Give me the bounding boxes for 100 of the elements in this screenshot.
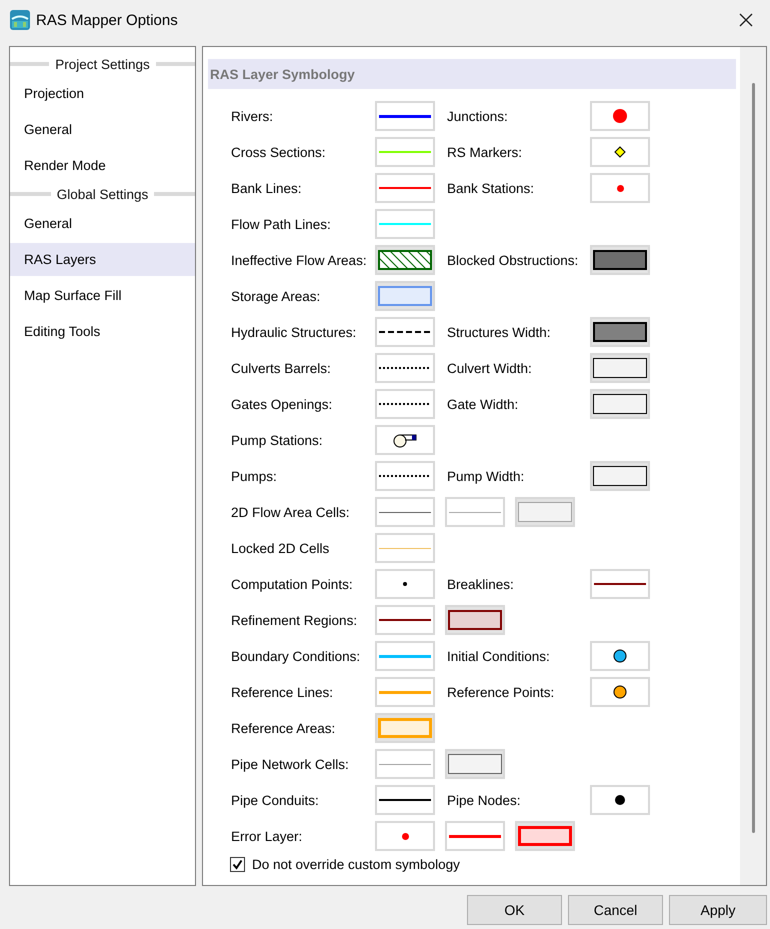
- symbol-swatch[interactable]: [590, 353, 650, 383]
- sidebar-item[interactable]: RAS Layers: [10, 243, 195, 276]
- layer-label: Structures Width:: [447, 324, 552, 340]
- sidebar-item[interactable]: Editing Tools: [10, 315, 195, 348]
- layer-label: Hydraulic Structures:: [231, 324, 358, 340]
- layer-label: Junctions:: [447, 108, 509, 124]
- check-icon: [232, 859, 243, 870]
- scrollbar[interactable]: [740, 47, 766, 885]
- symbol-swatch[interactable]: [375, 605, 435, 635]
- symbol-swatch[interactable]: [375, 821, 435, 851]
- symbol-swatch[interactable]: [375, 281, 435, 311]
- layer-label: Bank Lines:: [231, 180, 303, 196]
- layer-label: Bank Stations:: [447, 180, 536, 196]
- dot-icon: [616, 184, 624, 192]
- symbol-swatch[interactable]: [590, 641, 650, 671]
- layer-label: Refinement Regions:: [231, 612, 358, 628]
- dot-icon: [402, 832, 408, 840]
- app-icon: [10, 10, 30, 30]
- symbol-swatch[interactable]: [375, 533, 435, 563]
- symbol-swatch[interactable]: [445, 497, 505, 527]
- symbol-swatch[interactable]: [445, 749, 505, 779]
- sidebar-item[interactable]: General: [10, 113, 195, 146]
- layer-label: Ineffective Flow Areas:: [231, 252, 368, 268]
- section-header: RAS Layer Symbology: [208, 59, 736, 89]
- layer-label: Rivers:: [231, 108, 274, 124]
- dot-icon: [613, 109, 627, 123]
- symbol-swatch[interactable]: [375, 713, 435, 743]
- layer-label: Pumps:: [231, 468, 278, 484]
- dialog-button[interactable]: OK: [467, 895, 562, 925]
- layer-label: Pipe Network Cells:: [231, 756, 350, 772]
- window-title: RAS Mapper Options: [36, 12, 179, 28]
- symbol-swatch[interactable]: [375, 209, 435, 239]
- layer-label: Flow Path Lines:: [231, 216, 332, 232]
- symbol-swatch[interactable]: [375, 101, 435, 131]
- layer-label: Computation Points:: [231, 576, 354, 592]
- section-heading: Project Settings: [55, 56, 150, 72]
- symbol-swatch[interactable]: [590, 317, 650, 347]
- symbol-swatch[interactable]: [375, 137, 435, 167]
- layer-label: Locked 2D Cells: [231, 540, 330, 556]
- dot-icon: [615, 795, 625, 805]
- symbol-swatch[interactable]: [590, 173, 650, 203]
- layer-label: Reference Points:: [447, 684, 556, 700]
- layer-label: Blocked Obstructions:: [447, 252, 580, 268]
- sidebar-item[interactable]: Projection: [10, 77, 195, 110]
- symbol-swatch[interactable]: [590, 389, 650, 419]
- symbol-swatch[interactable]: [590, 245, 650, 275]
- layer-label: Gates Openings:: [231, 396, 334, 412]
- checkbox[interactable]: [230, 857, 245, 872]
- layer-label: Gate Width:: [447, 396, 520, 412]
- symbol-swatch[interactable]: [375, 245, 435, 275]
- sidebar-item[interactable]: Map Surface Fill: [10, 279, 195, 312]
- layer-label: Cross Sections:: [231, 144, 327, 160]
- close-icon: [739, 13, 753, 27]
- layer-label: Pump Width:: [447, 468, 526, 484]
- dialog-button[interactable]: Cancel: [568, 895, 663, 925]
- symbol-swatch[interactable]: [375, 497, 435, 527]
- layer-label: Pipe Conduits:: [231, 792, 320, 808]
- symbol-swatch[interactable]: [445, 605, 505, 635]
- layer-label: Pump Stations:: [231, 432, 324, 448]
- layer-label: Boundary Conditions:: [231, 648, 362, 664]
- symbol-swatch[interactable]: [590, 137, 650, 167]
- symbol-swatch[interactable]: [515, 821, 575, 851]
- symbol-swatch[interactable]: [375, 749, 435, 779]
- symbol-swatch[interactable]: [590, 461, 650, 491]
- symbol-swatch[interactable]: [590, 677, 650, 707]
- symbol-swatch[interactable]: [375, 353, 435, 383]
- layer-label: Breaklines:: [447, 576, 515, 592]
- layer-label: Pipe Nodes:: [447, 792, 522, 808]
- symbol-swatch[interactable]: [590, 785, 650, 815]
- symbol-swatch[interactable]: [375, 461, 435, 491]
- layer-label: Reference Lines:: [231, 684, 334, 700]
- layer-label: Culvert Width:: [447, 360, 533, 376]
- symbol-swatch[interactable]: [590, 101, 650, 131]
- symbol-swatch[interactable]: [375, 677, 435, 707]
- symbol-swatch[interactable]: [375, 641, 435, 671]
- symbol-swatch[interactable]: [375, 569, 435, 599]
- layer-label: Storage Areas:: [231, 288, 322, 304]
- layer-label: Error Layer:: [231, 828, 304, 844]
- scrollbar-thumb[interactable]: [752, 83, 754, 833]
- symbol-swatch[interactable]: [375, 785, 435, 815]
- circle-icon: [613, 649, 627, 663]
- symbol-swatch[interactable]: [375, 425, 435, 455]
- diamond-icon: [614, 146, 626, 158]
- symbol-swatch[interactable]: [445, 821, 505, 851]
- layer-label: 2D Flow Area Cells:: [231, 504, 351, 520]
- symbol-swatch[interactable]: [375, 173, 435, 203]
- symbol-swatch[interactable]: [515, 497, 575, 527]
- symbol-swatch[interactable]: [375, 317, 435, 347]
- circle-icon: [613, 685, 627, 699]
- layer-label: Reference Areas:: [231, 720, 336, 736]
- symbol-swatch[interactable]: [375, 389, 435, 419]
- sidebar-item[interactable]: General: [10, 207, 195, 240]
- dialog-button[interactable]: Apply: [669, 895, 767, 925]
- symbol-swatch[interactable]: [590, 569, 650, 599]
- layer-label: Initial Conditions:: [447, 648, 551, 664]
- section-heading: Global Settings: [56, 186, 148, 202]
- sidebar-item[interactable]: Render Mode: [10, 149, 195, 182]
- dot-icon: [403, 582, 407, 586]
- layer-label: RS Markers:: [447, 144, 524, 160]
- layer-label: Culverts Barrels:: [231, 360, 332, 376]
